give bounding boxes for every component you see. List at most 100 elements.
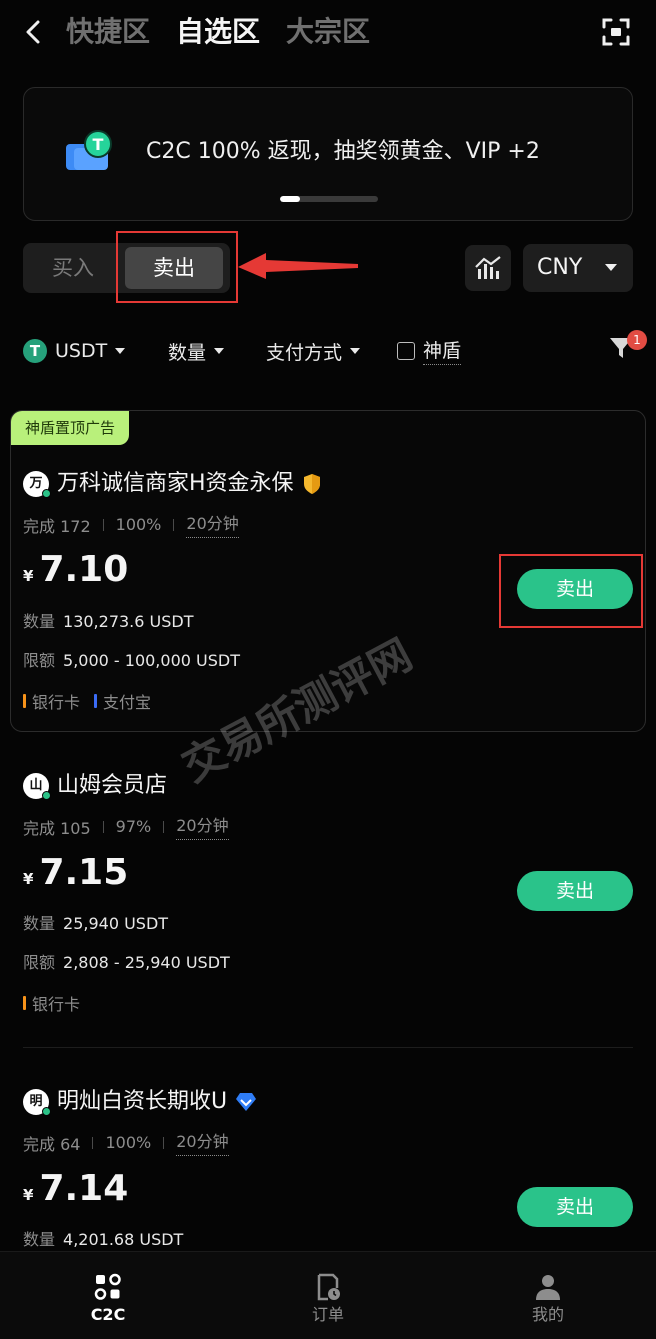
- price-value: 7.15: [39, 852, 129, 893]
- payment-methods: 银行卡 支付宝: [23, 689, 151, 713]
- promo-tag: 神盾置顶广告: [11, 411, 130, 445]
- limit-value: 2,808 - 25,940 USDT: [63, 953, 230, 972]
- avatar: 山: [23, 773, 51, 800]
- completed-count: 完成 105: [23, 818, 91, 838]
- limit-value: 5,000 - 100,000 USDT: [63, 651, 240, 670]
- order-icon: [317, 1273, 340, 1301]
- merchant-name: 万科诚信商家H资金永保: [57, 471, 294, 496]
- currency-label: CNY: [537, 255, 583, 280]
- carousel-indicator: [280, 196, 378, 202]
- nav-c2c[interactable]: C2C: [48, 1252, 168, 1339]
- divider: [23, 1047, 633, 1048]
- zone-tabs: 快捷区 自选区 大宗区: [66, 12, 370, 52]
- merchant-row[interactable]: 万 万科诚信商家H资金永保: [23, 469, 322, 499]
- top-bar: 快捷区 自选区 大宗区: [0, 0, 656, 64]
- annotation-highlight-box: [499, 554, 643, 628]
- shield-icon: [303, 474, 320, 494]
- sell-button[interactable]: 卖出: [517, 1187, 633, 1227]
- amount-filter-label: 数量: [168, 341, 207, 364]
- merchant-stats: 完成 105 97% 20分钟: [23, 813, 229, 840]
- payment-methods: 银行卡: [23, 991, 80, 1015]
- price-value: 7.10: [39, 549, 129, 590]
- payment-method: 支付宝: [94, 689, 151, 713]
- nav-orders[interactable]: 订单: [268, 1252, 388, 1339]
- completion-rate: 100%: [115, 515, 162, 534]
- back-arrow-icon[interactable]: [18, 14, 48, 50]
- currency-symbol: ¥: [23, 1186, 34, 1204]
- completion-rate: 100%: [105, 1133, 152, 1152]
- coin-filter[interactable]: T USDT: [23, 330, 126, 372]
- filter-bar: T USDT 数量 支付方式 神盾: [0, 330, 656, 372]
- payment-filter[interactable]: 支付方式: [266, 330, 361, 372]
- shield-checkbox[interactable]: [397, 342, 415, 360]
- currency-symbol: ¥: [23, 567, 34, 585]
- nav-label: C2C: [90, 1305, 126, 1324]
- online-indicator: [42, 791, 51, 800]
- caret-down-icon: [350, 348, 361, 354]
- merchant-stats: 完成 64 100% 20分钟: [23, 1129, 229, 1156]
- diamond-icon: [236, 1093, 257, 1111]
- limit-line: 限额 5,000 - 100,000 USDT: [23, 651, 240, 670]
- online-indicator: [42, 489, 51, 498]
- price: ¥ 7.15: [23, 853, 128, 893]
- promo-banner[interactable]: T C2C 100% 返现，抽奖领黄金、VIP +2: [23, 87, 633, 221]
- completed-count: 完成 64: [23, 1134, 81, 1154]
- quantity-value: 25,940 USDT: [63, 914, 169, 933]
- c2c-icon: [94, 1273, 121, 1300]
- avatar: 明: [23, 1089, 51, 1116]
- payment-method: 银行卡: [23, 689, 80, 713]
- caret-down-icon: [115, 348, 126, 354]
- tab-bulk-zone[interactable]: 大宗区: [286, 12, 370, 52]
- release-time: 20分钟: [176, 813, 229, 840]
- price: ¥ 7.14: [23, 1169, 128, 1209]
- nav-label: 订单: [311, 1305, 344, 1324]
- coin-filter-label: USDT: [55, 340, 108, 362]
- tab-custom-zone[interactable]: 自选区: [176, 12, 260, 52]
- avatar: 万: [23, 471, 51, 498]
- sell-button[interactable]: 卖出: [517, 871, 633, 911]
- quantity-value: 130,273.6 USDT: [63, 612, 194, 631]
- payment-filter-label: 支付方式: [266, 341, 343, 364]
- merchant-row[interactable]: 山 山姆会员店: [23, 771, 167, 801]
- shield-filter-label: 神盾: [423, 338, 462, 365]
- banner-text: C2C 100% 返现，抽奖领黄金、VIP +2: [146, 139, 540, 164]
- quantity-line: 数量 130,273.6 USDT: [23, 612, 194, 631]
- profile-icon: [536, 1275, 560, 1300]
- chart-icon: [475, 256, 501, 279]
- currency-symbol: ¥: [23, 870, 34, 888]
- limit-line: 限额 2,808 - 25,940 USDT: [23, 953, 230, 972]
- quantity-line: 数量 25,940 USDT: [23, 914, 169, 933]
- svg-text:T: T: [93, 135, 104, 154]
- merchant-stats: 完成 172 100% 20分钟: [23, 511, 239, 538]
- tab-quick-zone[interactable]: 快捷区: [66, 12, 150, 52]
- merchant-row[interactable]: 明 明灿白资长期收U: [23, 1087, 257, 1117]
- completion-rate: 97%: [115, 817, 152, 836]
- buy-tab[interactable]: 买入: [23, 243, 123, 293]
- release-time: 20分钟: [186, 511, 239, 538]
- currency-select[interactable]: CNY: [523, 244, 633, 292]
- usdt-icon: T: [23, 339, 47, 363]
- caret-down-icon: [214, 348, 225, 354]
- price: ¥ 7.10: [23, 550, 128, 590]
- nav-profile[interactable]: 我的: [488, 1252, 608, 1339]
- scan-icon[interactable]: [600, 16, 632, 48]
- usdt-wallet-icon: T: [66, 130, 112, 170]
- release-time: 20分钟: [176, 1129, 229, 1156]
- quantity-value: 4,201.68 USDT: [63, 1230, 184, 1249]
- annotation-highlight-box: [116, 231, 238, 303]
- merchant-name: 山姆会员店: [57, 773, 168, 798]
- quantity-line: 数量 4,201.68 USDT: [23, 1230, 184, 1249]
- price-value: 7.14: [39, 1168, 129, 1209]
- nav-label: 我的: [531, 1305, 564, 1324]
- online-indicator: [42, 1107, 51, 1116]
- chart-button[interactable]: [465, 245, 511, 291]
- merchant-name: 明灿白资长期收U: [57, 1089, 228, 1114]
- completed-count: 完成 172: [23, 516, 91, 536]
- filter-count-badge: 1: [627, 330, 647, 350]
- shield-filter[interactable]: 神盾: [397, 330, 462, 372]
- bottom-nav: C2C 订单 我的: [0, 1251, 656, 1339]
- amount-filter[interactable]: 数量: [168, 330, 225, 372]
- payment-method: 银行卡: [23, 991, 80, 1015]
- caret-down-icon: [605, 264, 617, 271]
- annotation-arrow-icon: [238, 253, 358, 279]
